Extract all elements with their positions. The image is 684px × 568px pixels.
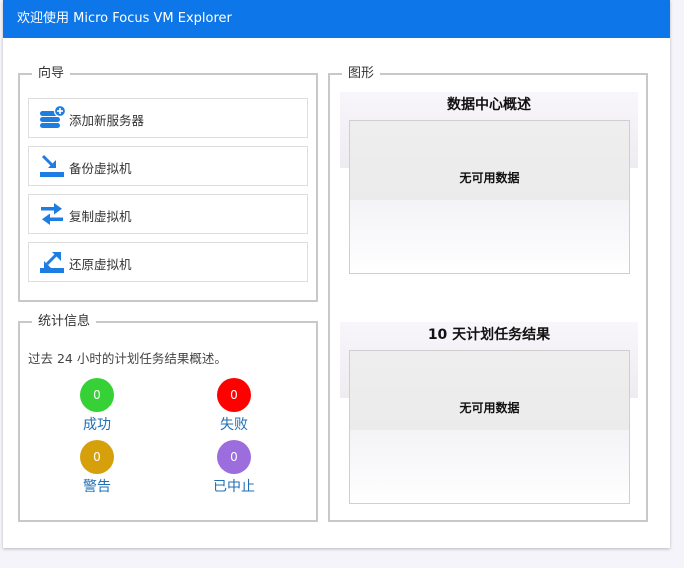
wizard-group: 向导 添加新服务器 备份虚拟机 复制虚拟机 还原虚拟机 xyxy=(18,66,318,302)
graph-group: 图形 数据中心概述 无可用数据 10 天计划任务结果 无可用数据 xyxy=(328,66,648,522)
backup-vm-button[interactable]: 备份虚拟机 xyxy=(28,146,308,186)
main-window: 欢迎使用 Micro Focus VM Explorer 向导 添加新服务器 备… xyxy=(3,0,670,548)
aborted-label: 已中止 xyxy=(213,479,255,495)
chart-plot-area: 无可用数据 xyxy=(349,350,630,504)
no-data-message: 无可用数据 xyxy=(459,171,520,185)
replicate-vm-button[interactable]: 复制虚拟机 xyxy=(28,194,308,234)
add-server-button[interactable]: 添加新服务器 xyxy=(28,98,308,138)
chart-plot-area: 无可用数据 xyxy=(349,120,630,274)
backup-vm-label: 备份虚拟机 xyxy=(69,161,132,176)
server-add-icon xyxy=(39,104,67,131)
failed-count-badge: 0 xyxy=(217,378,251,412)
statistics-description: 过去 24 小时的计划任务结果概述。 xyxy=(28,351,227,366)
scheduled-task-results-chart: 10 天计划任务结果 无可用数据 xyxy=(340,322,638,506)
success-label: 成功 xyxy=(83,417,111,433)
replicate-icon xyxy=(39,201,65,227)
datacenter-overview-chart: 数据中心概述 无可用数据 xyxy=(340,92,638,276)
statistics-group: 统计信息 过去 24 小时的计划任务结果概述。 0 成功 0 失败 0 警告 0… xyxy=(18,314,318,522)
failed-label: 失败 xyxy=(220,417,248,433)
chart-title: 10 天计划任务结果 xyxy=(427,327,551,343)
warning-label: 警告 xyxy=(83,479,111,495)
add-server-label: 添加新服务器 xyxy=(69,113,145,128)
restore-vm-label: 还原虚拟机 xyxy=(69,257,132,272)
replicate-vm-label: 复制虚拟机 xyxy=(69,209,132,224)
stat-aborted[interactable]: 0 已中止 xyxy=(189,440,279,496)
aborted-count-badge: 0 xyxy=(217,440,251,474)
restore-icon xyxy=(39,249,65,275)
wizard-legend: 向导 xyxy=(38,66,65,81)
stat-success[interactable]: 0 成功 xyxy=(52,378,142,434)
window-title: 欢迎使用 Micro Focus VM Explorer xyxy=(3,0,670,38)
graph-legend: 图形 xyxy=(348,66,375,81)
restore-vm-button[interactable]: 还原虚拟机 xyxy=(28,242,308,282)
success-count-badge: 0 xyxy=(80,378,114,412)
backup-icon xyxy=(39,153,65,179)
statistics-legend: 统计信息 xyxy=(38,314,91,329)
stat-warning[interactable]: 0 警告 xyxy=(52,440,142,496)
stat-failed[interactable]: 0 失败 xyxy=(189,378,279,434)
warning-count-badge: 0 xyxy=(80,440,114,474)
chart-title: 数据中心概述 xyxy=(447,97,531,113)
no-data-message: 无可用数据 xyxy=(459,401,520,415)
